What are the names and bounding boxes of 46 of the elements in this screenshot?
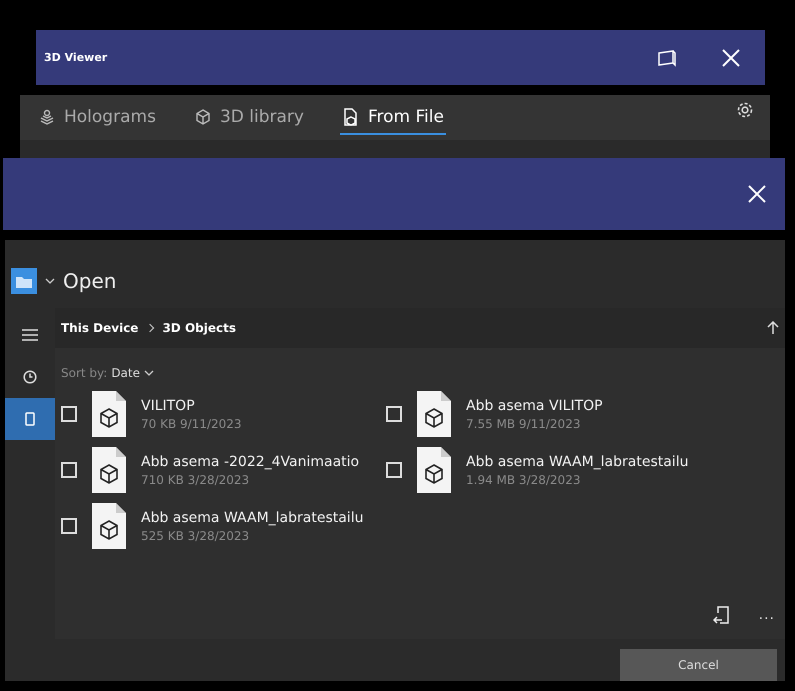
breadcrumb-item[interactable]: This Device [61,321,138,335]
tablet-icon[interactable] [25,412,35,426]
chevron-icon[interactable] [144,370,154,376]
checkbox[interactable] [61,406,77,422]
checkbox[interactable] [386,406,402,422]
file-details: 70 KB 9/11/2023 [141,416,242,430]
sort-label: Sort by: [61,366,108,380]
tab[interactable]: Holograms [36,100,158,134]
holograms-icon [38,108,56,124]
3d-file-icon [416,390,452,438]
3d-file-icon [416,446,452,494]
menu-icon[interactable] [21,328,39,342]
file-name[interactable]: Abb asema WAAM_labratestailu [141,510,364,526]
settings-icon[interactable] [736,101,754,119]
tab[interactable]: From File [340,100,446,134]
cancel-button[interactable]: Cancel [620,649,777,681]
checkbox[interactable] [61,462,77,478]
open-file-icon[interactable] [712,605,731,625]
file-details: 525 KB 3/28/2023 [141,528,250,542]
3d-file-icon [91,446,127,494]
sort-value[interactable]: Date [111,366,140,380]
file-name[interactable]: Abb asema VILITOP [466,398,603,414]
file-name[interactable]: Abb asema WAAM_labratestailu [466,454,688,470]
caret-icon[interactable] [45,278,55,284]
file-name[interactable]: VILITOP [141,398,242,414]
file-details: 1.94 MB 3/28/2023 [466,472,582,486]
file-details: 7.55 MB 9/11/2023 [466,416,582,430]
window-icon [657,48,677,66]
more-button[interactable]: ... [758,607,775,623]
breadcrumb-item[interactable]: 3D Objects [162,321,236,335]
folder-icon [11,268,37,294]
tab[interactable]: 3D library [192,100,306,134]
checkbox[interactable] [61,518,77,534]
window-title: 3D Viewer [44,51,108,64]
3d-file-icon [91,390,127,438]
file-details: 710 KB 3/28/2023 [141,472,250,486]
up-arrow-icon[interactable] [767,321,779,335]
file-name[interactable]: Abb asema -2022_4Vanimaatio [141,454,360,470]
file-cube-icon [342,106,360,126]
3d-file-icon [91,502,127,550]
cube-icon [194,108,212,126]
close-icon [748,185,766,203]
close-icon [722,48,740,66]
checkbox[interactable] [386,462,402,478]
clock-icon[interactable] [23,370,37,384]
dialog-title: Open [63,269,116,293]
